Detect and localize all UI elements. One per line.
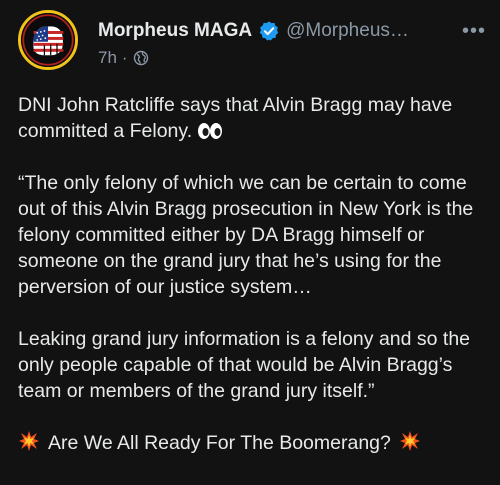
collision-emoji-icon (399, 431, 420, 451)
post-quote-1: “The only felony of which we can be cert… (18, 172, 479, 298)
post-card: Morpheus MAGA @Morpheus… ••• 7h · DNI Jo… (0, 0, 500, 485)
post-closing: Are We All Ready For The Boomerang? (18, 430, 490, 456)
post-quote-2: Leaking grand jury information is a felo… (18, 328, 476, 402)
author-row: Morpheus MAGA @Morpheus… (98, 18, 488, 44)
american-flag-fist-avatar (21, 13, 75, 67)
globe-icon (133, 50, 148, 66)
post-closing-text: Are We All Ready For The Boomerang? (48, 432, 391, 454)
post-intro-text: DNI John Ratcliffe says that Alvin Bragg… (18, 94, 458, 142)
post-time[interactable]: 7h (98, 48, 117, 68)
collision-emoji-icon (19, 431, 39, 451)
eyes-emoji-icon (198, 123, 223, 139)
verified-badge-icon (259, 21, 279, 41)
author-handle[interactable]: @Morpheus… (286, 20, 409, 42)
post-meta: 7h · (98, 46, 488, 70)
post-header: Morpheus MAGA @Morpheus… ••• 7h · (98, 18, 488, 74)
more-options-icon[interactable]: ••• (462, 18, 486, 44)
author-display-name[interactable]: Morpheus MAGA (98, 20, 252, 42)
post-intro: DNI John Ratcliffe says that Alvin Bragg… (18, 92, 490, 144)
avatar[interactable] (18, 10, 78, 70)
meta-separator: · (121, 48, 128, 67)
post-body: DNI John Ratcliffe says that Alvin Bragg… (18, 92, 490, 456)
